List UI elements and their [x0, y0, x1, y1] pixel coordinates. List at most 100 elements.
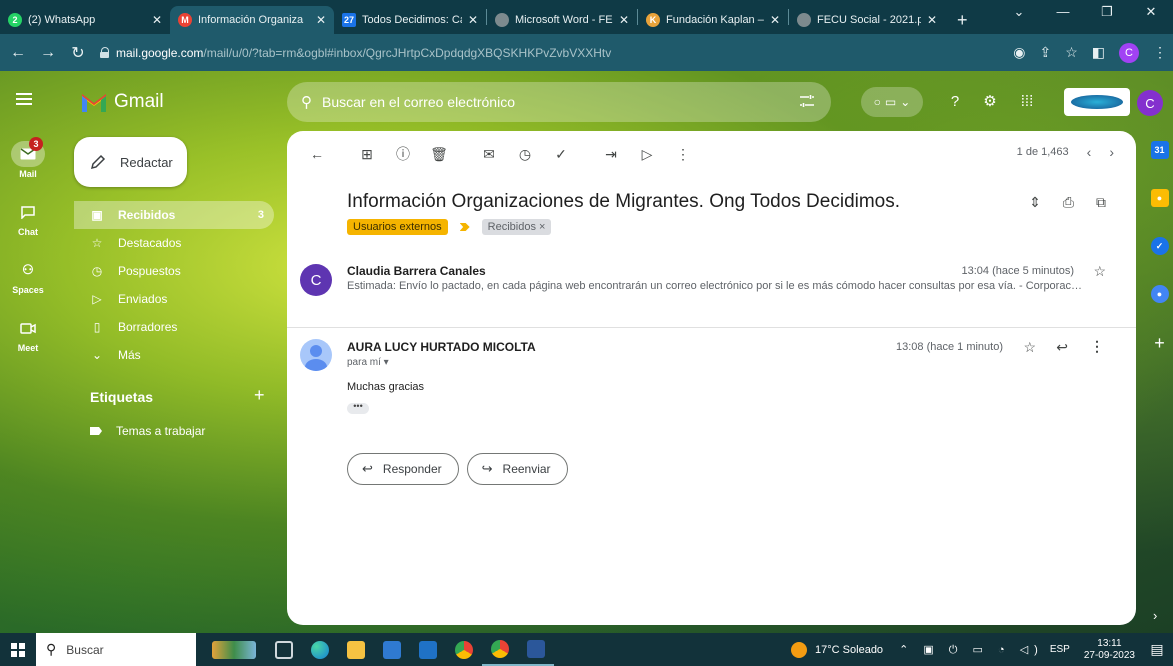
new-tab-button[interactable]: + — [945, 6, 980, 34]
tab-fundacion-kaplan[interactable]: K Fundación Kaplan – T ✕ — [638, 6, 788, 34]
back-arrow-icon[interactable]: ← — [299, 146, 335, 162]
tab-whatsapp[interactable]: 2 (2) WhatsApp ✕ — [0, 6, 170, 34]
nav-item-drafts[interactable]: ▯ Borradores — [74, 313, 274, 341]
message-collapsed[interactable]: C Claudia Barrera Canales 13:04 (hace 5 … — [287, 256, 1136, 316]
url-bar[interactable]: mail.google.com /mail/u/0/?tab=rm&ogbl#i… — [100, 39, 611, 66]
recipient-details[interactable]: para mí ▾ — [347, 357, 389, 368]
label-chip-external[interactable]: Usuarios externos — [347, 219, 448, 235]
chrome-icon[interactable] — [446, 633, 482, 666]
organization-logo[interactable] — [1064, 88, 1130, 116]
more-vertical-icon[interactable]: ⋮ — [1090, 338, 1104, 355]
nav-item-more[interactable]: ⌄ Más — [74, 341, 274, 369]
label-chip-inbox[interactable]: Recibidos × — [481, 219, 552, 235]
location-icon[interactable]: ◉ — [1013, 44, 1025, 61]
forward-button[interactable]: ↪ Reenviar — [466, 453, 568, 485]
close-window-button[interactable]: ✕ — [1129, 0, 1173, 28]
windows-start-icon[interactable] — [0, 633, 36, 666]
close-icon[interactable]: ✕ — [619, 13, 629, 27]
nav-item-starred[interactable]: ☆ Destacados — [74, 229, 274, 257]
status-selector[interactable]: ○ ▭ ⌄ — [861, 87, 923, 117]
report-spam-icon[interactable]: ⓘ — [385, 144, 421, 164]
tab-search-icon[interactable]: ⌄ — [997, 0, 1041, 28]
taskbar-search[interactable]: ⚲ Buscar — [36, 633, 196, 666]
file-explorer-icon[interactable] — [338, 633, 374, 666]
rail-spaces[interactable]: ⚇ Spaces — [0, 257, 56, 315]
rail-chat[interactable]: Chat — [0, 199, 56, 257]
search-mail-box[interactable]: ⚲ Buscar en el correo electrónico — [287, 82, 831, 122]
previous-icon[interactable]: ‹ — [1087, 144, 1092, 160]
close-icon[interactable]: ✕ — [316, 13, 326, 27]
rail-mail[interactable]: 3 Mail — [0, 137, 56, 199]
archive-icon[interactable]: ⊞ — [349, 146, 385, 163]
browser-profile-avatar[interactable]: C — [1119, 42, 1139, 63]
rail-meet[interactable]: Meet — [0, 315, 56, 373]
star-icon[interactable]: ☆ — [1023, 339, 1036, 356]
settings-gear-icon[interactable]: ⚙ — [981, 93, 999, 111]
nav-item-sent[interactable]: ▷ Enviados — [74, 285, 274, 313]
mark-unread-icon[interactable]: ✉ — [471, 146, 507, 163]
close-icon[interactable]: ✕ — [468, 13, 478, 27]
reload-button[interactable]: ↻ — [66, 43, 90, 63]
task-view-icon[interactable] — [266, 633, 302, 666]
contacts-icon[interactable]: ● — [1150, 285, 1169, 303]
add-label-icon[interactable]: + — [254, 385, 265, 406]
minimize-button[interactable]: — — [1041, 0, 1085, 28]
bookmark-star-icon[interactable]: ☆ — [1065, 44, 1078, 61]
label-item[interactable]: Temas a trabajar — [90, 424, 205, 438]
add-task-icon[interactable]: ✓ — [543, 146, 579, 163]
share-icon[interactable]: ⇪ — [1039, 44, 1051, 61]
tab-microsoft-word[interactable]: Microsoft Word - FEC ✕ — [487, 6, 637, 34]
store-icon[interactable] — [374, 633, 410, 666]
chrome-profile-icon[interactable] — [482, 633, 518, 666]
tab-gmail-thread[interactable]: M Información Organiza ✕ — [170, 6, 334, 34]
apps-grid-icon[interactable]: ⁞⁞⁞ — [1018, 93, 1036, 111]
browser-menu-icon[interactable]: ⋮ — [1153, 44, 1167, 61]
close-icon[interactable]: ✕ — [927, 13, 937, 27]
label-icon[interactable]: ▷ — [629, 146, 665, 163]
open-new-window-icon[interactable]: ⧉ — [1096, 194, 1106, 211]
tray-icons[interactable]: ⌃ ▣ ⏻ ▭ ◔ ◁) — [899, 643, 1044, 657]
search-options-icon[interactable] — [799, 93, 815, 109]
compose-button[interactable]: Redactar — [74, 137, 187, 187]
keep-icon[interactable]: ● — [1150, 189, 1169, 207]
main-menu-icon[interactable] — [16, 93, 32, 105]
more-options-icon[interactable]: ⋮ — [665, 146, 701, 163]
restore-button[interactable]: ❐ — [1085, 0, 1129, 28]
gmail-logo[interactable]: Gmail — [80, 91, 164, 113]
close-icon[interactable]: ✕ — [152, 13, 162, 27]
get-addons-icon[interactable]: + — [1146, 333, 1173, 354]
delete-icon[interactable]: 🗑︎ — [421, 146, 457, 163]
search-highlight-icon[interactable] — [202, 633, 266, 666]
tab-fecu-social[interactable]: FECU Social - 2021.pd ✕ — [789, 6, 945, 34]
edge-icon[interactable] — [302, 633, 338, 666]
side-panel-icon[interactable]: ◧ — [1092, 44, 1105, 61]
word-icon[interactable] — [518, 633, 554, 666]
star-icon[interactable]: ☆ — [1093, 263, 1106, 280]
search-input[interactable]: Buscar en el correo electrónico — [322, 94, 515, 110]
tab-todos-decidimos[interactable]: 27 Todos Decidimos: Cal ✕ — [334, 6, 486, 34]
help-icon[interactable]: ? — [946, 93, 964, 111]
reply-button[interactable]: ↩ Responder — [347, 453, 459, 485]
back-button[interactable]: ← — [6, 44, 30, 62]
expand-collapse-icon[interactable]: ⇕ — [1029, 194, 1041, 211]
tasks-icon[interactable]: ✓ — [1150, 237, 1169, 255]
language-indicator[interactable]: ESP — [1050, 644, 1070, 655]
print-icon[interactable]: ⎙ — [1063, 194, 1074, 211]
clock[interactable]: 13:11 27-09-2023 — [1084, 638, 1135, 662]
account-avatar[interactable]: C — [1137, 90, 1163, 116]
forward-button[interactable]: → — [36, 44, 60, 62]
mail-app-icon[interactable] — [410, 633, 446, 666]
notifications-icon[interactable]: ▤ — [1141, 641, 1173, 658]
move-to-icon[interactable]: ⇥ — [593, 146, 629, 163]
importance-marker-icon[interactable] — [459, 223, 470, 231]
calendar-icon[interactable]: 31 — [1150, 141, 1169, 159]
show-side-panel-icon[interactable]: › — [1153, 608, 1157, 623]
weather-sun-icon[interactable] — [791, 641, 808, 658]
nav-item-inbox[interactable]: ▣ Recibidos 3 — [74, 201, 274, 229]
reply-icon[interactable]: ↩ — [1056, 339, 1068, 356]
next-icon[interactable]: › — [1109, 144, 1114, 160]
close-icon[interactable]: ✕ — [770, 13, 780, 27]
snooze-icon[interactable]: ◷ — [507, 146, 543, 163]
nav-item-snoozed[interactable]: ◷ Pospuestos — [74, 257, 274, 285]
show-trimmed-content-button[interactable]: ••• — [347, 402, 369, 414]
